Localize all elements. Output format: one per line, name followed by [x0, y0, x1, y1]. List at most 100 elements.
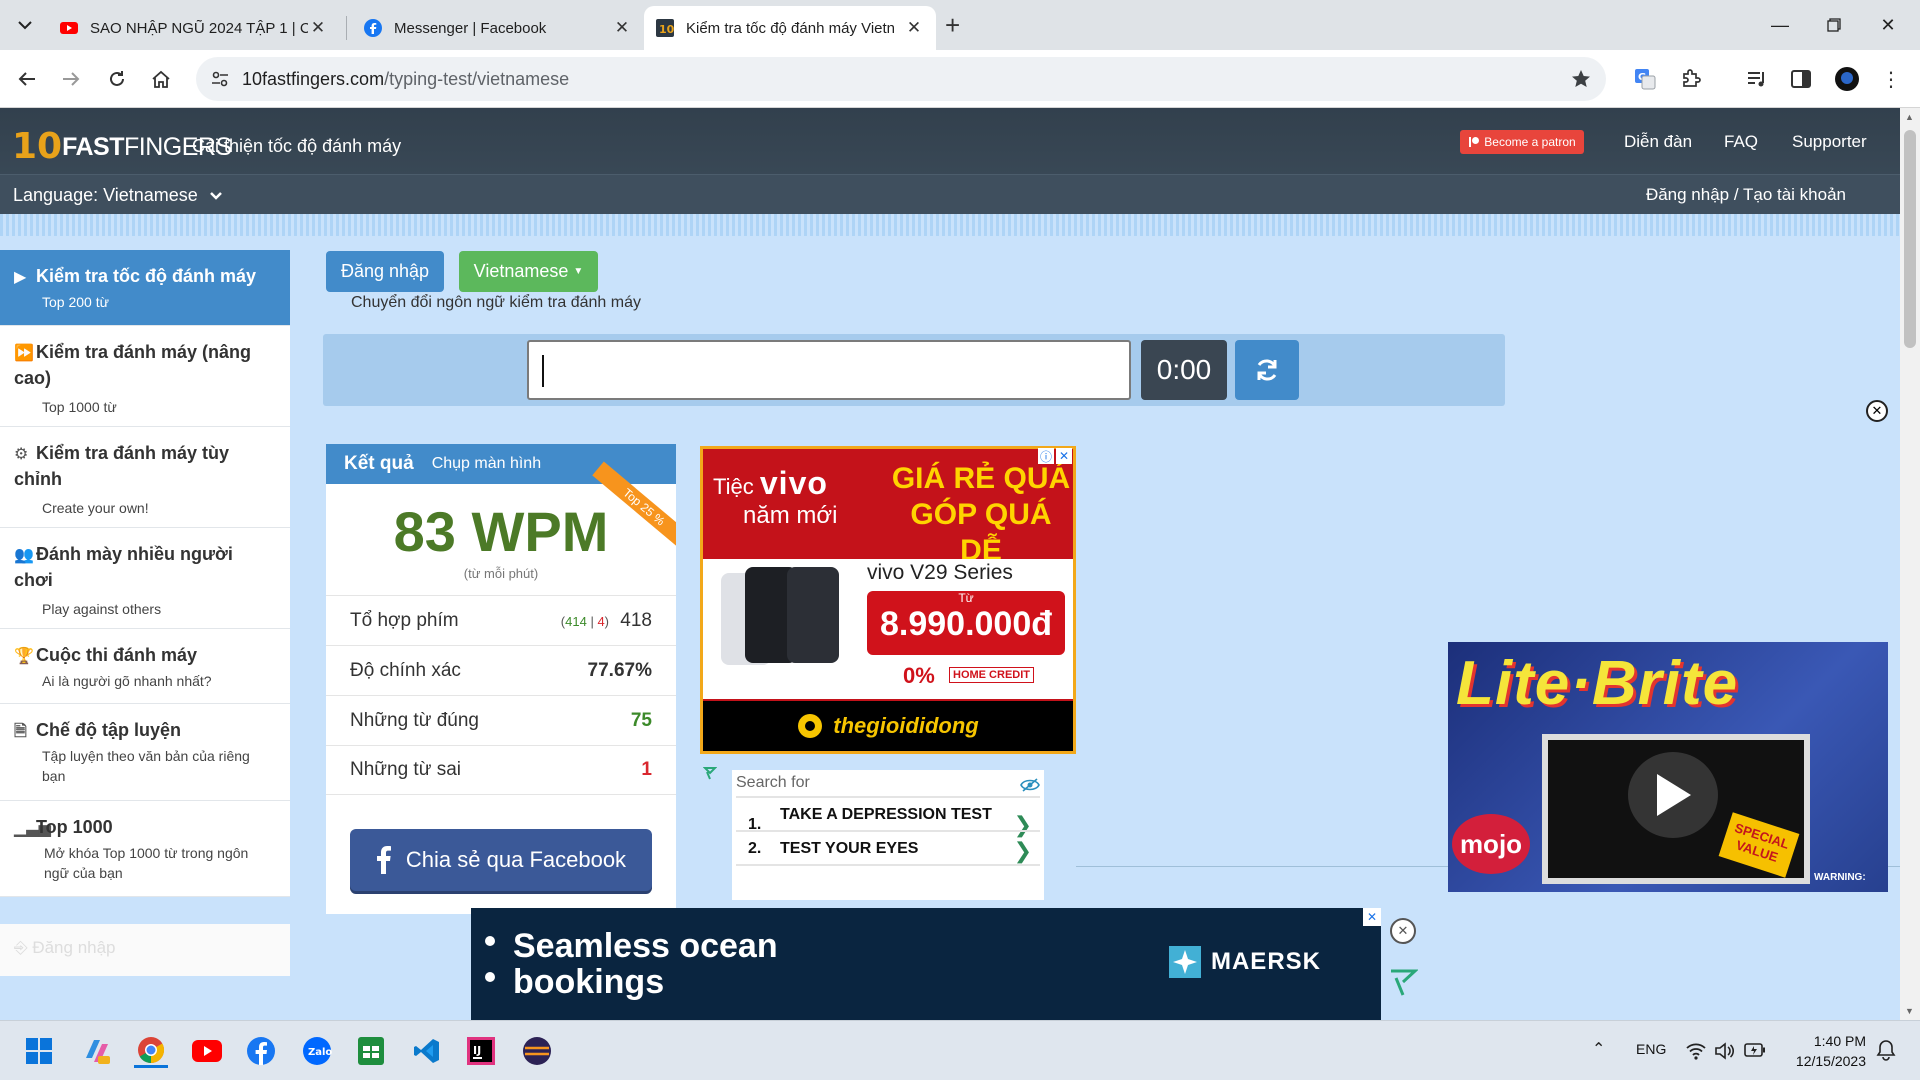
sidebar-item-custom[interactable]: ⚙ Kiểm tra đánh máy tùy chỉnh Create your… — [0, 427, 290, 528]
minimize-button[interactable]: — — [1760, 10, 1800, 40]
caret-down-icon: ▼ — [573, 266, 584, 277]
sidebar-item-competition[interactable]: 🏆 Cuộc thi đánh máy Ai là người gõ nhanh … — [0, 629, 290, 704]
language-selector[interactable]: Language: Vietnamese — [13, 185, 223, 206]
ad-close-icon[interactable]: ✕ — [1363, 908, 1381, 926]
maersk-ad-banner[interactable]: Seamless ocean bookings MAERSK ✕ — [471, 908, 1381, 1020]
login-register-link[interactable]: Đăng nhập / Tạo tài khoản — [1646, 185, 1846, 205]
facebook-share-label: Chia sẻ qua Facebook — [405, 847, 627, 872]
youtube-app-icon[interactable] — [190, 1034, 224, 1068]
sheets-icon[interactable] — [354, 1034, 388, 1068]
sidebar: ▶ Kiểm tra tốc độ đánh máy Top 200 từ ⏩ Ki… — [0, 250, 290, 897]
scroll-thumb[interactable] — [1904, 130, 1916, 348]
patron-label: Become a patron — [1484, 135, 1576, 149]
profile-avatar-icon[interactable] — [1832, 64, 1862, 94]
vivo-ad-banner[interactable]: Tiệc vivo năm mới GIÁ RẺ QUÁ GÓP QUÁ DỄ … — [700, 446, 1076, 754]
adchoices-icon[interactable]: ⓘ — [1038, 448, 1054, 464]
system-clock[interactable]: 1:40 PM 12/15/2023 — [1786, 1031, 1866, 1071]
windows-start-icon[interactable] — [22, 1034, 56, 1068]
zalo-icon[interactable]: Zalo — [300, 1034, 334, 1068]
clock-date: 12/15/2023 — [1795, 1053, 1866, 1069]
scroll-down-icon[interactable]: ▼ — [1905, 1006, 1914, 1016]
sidebar-item-multiplayer[interactable]: 👥 Đánh mày nhiều người chơi Play against … — [0, 528, 290, 629]
forward-button[interactable] — [56, 64, 86, 94]
login-button[interactable]: Đăng nhập — [326, 251, 444, 292]
screenshot-link[interactable]: Chụp màn hình — [432, 455, 541, 473]
wifi-icon[interactable] — [1686, 1042, 1706, 1060]
eclipse-icon[interactable] — [520, 1034, 554, 1068]
scroll-up-icon[interactable]: ▲ — [1905, 112, 1914, 122]
site-tagline: Cải thiện tốc độ đánh máy — [192, 136, 402, 156]
tab-youtube[interactable]: SAO NHẬP NGŨ 2024 TẬP 1 | C ✕ — [48, 6, 340, 50]
video-ad-close-icon[interactable]: ✕ — [1866, 400, 1888, 422]
become-patron-button[interactable]: Become a patron — [1460, 130, 1584, 154]
reload-button[interactable] — [102, 64, 132, 94]
sidebar-item-label: Kiểm tra đánh máy tùy chỉnh — [14, 443, 230, 489]
close-window-button[interactable]: ✕ — [1868, 10, 1908, 40]
home-icon — [152, 70, 170, 88]
results-title: Kết quả — [344, 453, 414, 474]
restore-button[interactable] — [1814, 10, 1854, 40]
url-text: 10fastfingers.com/typing-test/vietnamese — [242, 69, 569, 90]
nav-supporter[interactable]: Supporter — [1792, 132, 1867, 152]
restart-button[interactable] — [1235, 340, 1299, 400]
sidebar-item-typing-test[interactable]: ▶ Kiểm tra tốc độ đánh máy Top 200 từ — [0, 250, 290, 326]
ad-tu: Từ — [958, 591, 974, 605]
sidebar-item-sub: Top 200 từ — [42, 294, 109, 310]
eye-hide-icon[interactable] — [1020, 778, 1040, 792]
intellij-icon[interactable]: IJ — [464, 1034, 498, 1068]
site-info-icon[interactable] — [210, 69, 230, 89]
patreon-icon — [1469, 137, 1480, 147]
media-controls-icon[interactable] — [1742, 64, 1772, 94]
tab-close-icon[interactable]: ✕ — [308, 18, 328, 38]
tab-close-icon[interactable]: ✕ — [612, 18, 632, 38]
nav-faq[interactable]: FAQ — [1724, 132, 1758, 152]
home-button[interactable] — [146, 64, 176, 94]
ad-nam-moi: năm mới — [743, 502, 838, 529]
tab-10fastfingers[interactable]: 10 Kiểm tra tốc độ đánh máy Vietn ✕ — [644, 6, 936, 50]
keystrokes-label: Tổ hợp phím — [350, 609, 459, 631]
back-button[interactable] — [12, 64, 42, 94]
vscode-icon[interactable] — [410, 1034, 444, 1068]
bookmark-star-icon[interactable] — [1570, 68, 1592, 90]
sidebar-item-practice[interactable]: 🗎 Chế độ tập luyện Tập luyện theo văn bản… — [0, 704, 290, 801]
page-scrollbar[interactable]: ▲ ▼ — [1900, 108, 1920, 1020]
tab-search-button[interactable] — [8, 10, 42, 40]
sidebar-item-top1000[interactable]: ▁▃▅Top 1000 Mở khóa Top 1000 từ trong ng… — [0, 801, 290, 897]
svg-text:10: 10 — [659, 23, 674, 36]
tab-messenger[interactable]: Messenger | Facebook ✕ — [352, 6, 644, 50]
ad-close-icon[interactable]: ✕ — [1056, 448, 1072, 464]
copilot-icon[interactable] — [80, 1034, 114, 1068]
sidebar-item-sub: Play against others — [42, 601, 162, 617]
address-bar[interactable]: 10fastfingers.com/typing-test/vietnamese — [196, 57, 1606, 101]
tab-close-icon[interactable]: ✕ — [904, 18, 924, 38]
typing-input[interactable] — [527, 340, 1131, 400]
menu-kebab-icon[interactable]: ⋮ — [1876, 64, 1906, 94]
side-panel-icon[interactable] — [1786, 64, 1816, 94]
play-button[interactable] — [1628, 752, 1718, 838]
tab-title: Kiểm tra tốc độ đánh máy Vietn — [686, 19, 896, 37]
nav-forum[interactable]: Diễn đàn — [1624, 132, 1692, 152]
windows-taskbar: Zalo IJ ⌃ ENG 1:40 PM 12/15/2023 — [0, 1020, 1920, 1080]
bottom-ad-close-icon[interactable]: ✕ — [1390, 918, 1416, 944]
battery-icon[interactable] — [1744, 1042, 1766, 1058]
tray-overflow-icon[interactable]: ⌃ — [1592, 1039, 1605, 1059]
search-ad: Search for 1. TAKE A DEPRESSION TEST ❯ 2… — [732, 770, 1044, 900]
language-dropdown-button[interactable]: Vietnamese ▼ — [459, 251, 598, 292]
volume-icon[interactable] — [1714, 1042, 1734, 1060]
sidebar-login[interactable]: ⎆ Đăng nhập — [0, 924, 290, 976]
sidebar-item-advanced[interactable]: ⏩ Kiểm tra đánh máy (nâng cao) Top 1000 t… — [0, 326, 290, 427]
notification-bell-icon[interactable] — [1876, 1039, 1896, 1061]
search-ad-item[interactable]: 2. TEST YOUR EYES ❯ — [736, 830, 1040, 866]
new-tab-button[interactable]: + — [945, 12, 960, 38]
extensions-icon[interactable] — [1676, 64, 1706, 94]
tab-separator — [346, 16, 347, 40]
input-language[interactable]: ENG — [1636, 1041, 1666, 1057]
ad-provider-icon — [703, 767, 717, 780]
facebook-share-button[interactable]: Chia sẻ qua Facebook — [350, 829, 652, 891]
google-translate-icon[interactable]: G — [1630, 64, 1660, 94]
facebook-app-icon[interactable] — [244, 1034, 278, 1068]
chrome-icon[interactable] — [134, 1034, 168, 1068]
search-ad-item[interactable]: 1. TAKE A DEPRESSION TEST ❯ — [736, 796, 1040, 837]
video-ad-player[interactable]: Lite·Brite mojo SPECIAL VALUE WARNING: — [1448, 642, 1888, 892]
sidebar-item-sub: Top 1000 từ — [42, 399, 117, 415]
